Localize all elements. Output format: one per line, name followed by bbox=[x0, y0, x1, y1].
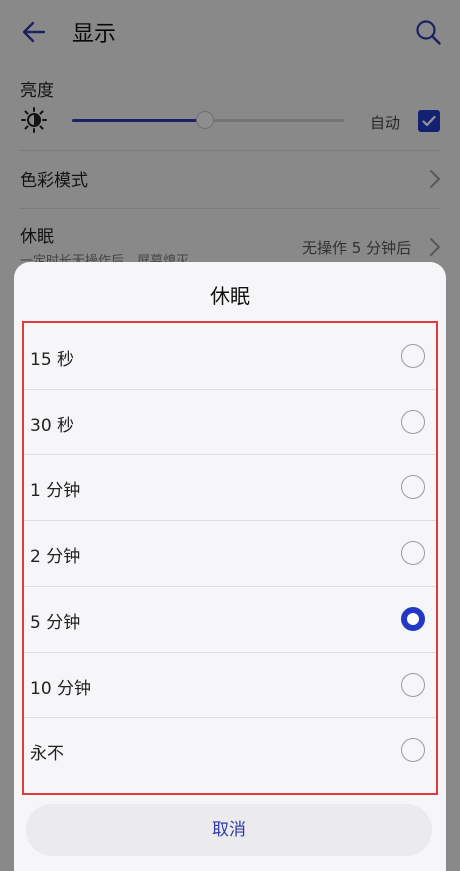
sleep-option-1[interactable]: 30 秒 bbox=[24, 389, 436, 454]
sleep-option-2[interactable]: 1 分钟 bbox=[24, 454, 436, 519]
radio-unchecked-icon[interactable] bbox=[401, 541, 425, 566]
sleep-dialog: 休眠 15 秒 30 秒 1 分钟 2 分钟 5 分钟 10 分钟永不 取消 bbox=[14, 262, 446, 871]
radio-unchecked-icon[interactable] bbox=[401, 672, 425, 697]
radio-unchecked-icon[interactable] bbox=[401, 475, 425, 500]
option-label: 2 分钟 bbox=[30, 547, 81, 568]
sleep-option-0[interactable]: 15 秒 bbox=[24, 323, 436, 388]
radio-unchecked-icon[interactable] bbox=[401, 409, 425, 434]
sleep-option-3[interactable]: 2 分钟 bbox=[24, 520, 436, 585]
radio-unchecked-icon[interactable] bbox=[401, 738, 425, 763]
radio-checked-icon[interactable] bbox=[401, 606, 425, 631]
option-label: 永不 bbox=[30, 744, 64, 765]
option-label: 30 秒 bbox=[30, 415, 75, 436]
options-highlight-frame: 15 秒 30 秒 1 分钟 2 分钟 5 分钟 10 分钟永不 bbox=[22, 321, 438, 795]
option-label: 10 分钟 bbox=[30, 678, 92, 699]
cancel-button[interactable]: 取消 bbox=[26, 804, 432, 856]
sleep-option-6[interactable]: 永不 bbox=[24, 717, 436, 782]
option-label: 15 秒 bbox=[30, 350, 75, 370]
option-label: 5 分钟 bbox=[30, 612, 81, 633]
sleep-option-4[interactable]: 5 分钟 bbox=[24, 586, 436, 651]
option-label: 1 分钟 bbox=[30, 481, 81, 502]
dialog-title: 休眠 bbox=[210, 284, 250, 308]
radio-unchecked-icon[interactable] bbox=[401, 344, 425, 368]
sleep-option-5[interactable]: 10 分钟 bbox=[24, 652, 436, 717]
